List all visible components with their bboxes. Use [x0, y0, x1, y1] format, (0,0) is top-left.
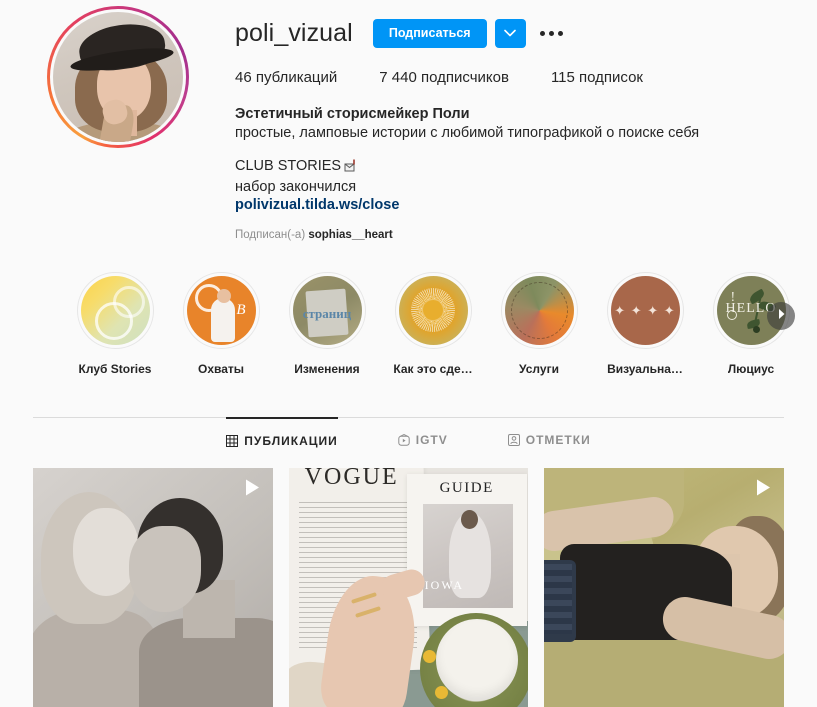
- post-thumbnail[interactable]: [33, 467, 273, 707]
- highlight-ring: [394, 271, 472, 349]
- bio-spacer: [235, 142, 797, 157]
- highlight-cover: [80, 275, 150, 345]
- highlight-cover: B: [186, 275, 256, 345]
- video-indicator-icon: [244, 478, 261, 502]
- ellipsis-icon: [557, 30, 563, 36]
- post-art-guide-title: GUIDE: [439, 479, 494, 496]
- ellipsis-icon: [548, 30, 554, 36]
- tab-tagged-label: ОТМЕТКИ: [525, 433, 591, 447]
- highlight-cover: страниц: [292, 275, 362, 345]
- bio-status-line: набор закончился: [235, 178, 357, 195]
- highlight-label: Люциус: [727, 361, 775, 376]
- highlight-art-symbols: ✦ ✦ ✦ ✦: [614, 303, 676, 318]
- tab-igtv[interactable]: IGTV: [398, 417, 448, 448]
- tab-posts-label: ПУБЛИКАЦИИ: [244, 433, 338, 448]
- post-art-jeans-detail: [544, 563, 573, 634]
- video-indicator-icon: [755, 478, 772, 502]
- post-art-face: [73, 507, 139, 596]
- highlight-ring: ✦ ✦ ✦ ✦: [606, 271, 684, 349]
- highlight-item[interactable]: Клуб Stories: [62, 271, 168, 376]
- followed-by-prefix: Подписан(-а): [235, 228, 306, 241]
- post-art-bowl: [436, 618, 519, 701]
- highlight-art-sun-core: [423, 300, 443, 320]
- highlight-item[interactable]: B Охваты: [168, 271, 274, 376]
- followed-by-user[interactable]: sophias__heart: [308, 229, 392, 241]
- tagged-icon: [507, 434, 520, 446]
- username: poli_vizual: [235, 19, 353, 47]
- igtv-icon: [398, 434, 410, 446]
- bio: Эстетичный сторисмейкер Поли простые, ла…: [235, 105, 797, 215]
- highlight-ring: [76, 271, 154, 349]
- highlight-art-head: [216, 288, 231, 303]
- post-thumbnail[interactable]: [544, 467, 785, 707]
- highlight-label: Охваты: [197, 361, 245, 376]
- chevron-right-icon: [776, 307, 787, 325]
- tab-posts[interactable]: ПУБЛИКАЦИИ: [226, 416, 338, 448]
- bio-tagline: простые, ламповые истории с любимой типо…: [235, 124, 700, 141]
- stat-following[interactable]: 115 подписок: [551, 69, 643, 86]
- highlight-art-letter: B: [236, 301, 246, 318]
- bio-club-text: CLUB STORIES: [235, 158, 342, 174]
- highlight-cover: [398, 275, 468, 345]
- highlight-art-figure: [210, 297, 235, 342]
- highlight-art-word: страниц: [302, 305, 352, 321]
- story-highlights: Клуб Stories B Охваты страниц Изменения …: [0, 271, 817, 376]
- follow-button[interactable]: Подписаться: [372, 18, 487, 48]
- more-options-button[interactable]: [538, 25, 565, 42]
- post-art-sunflower: [423, 649, 437, 663]
- ellipsis-icon: [539, 30, 545, 36]
- highlight-label: Визуальна…: [607, 361, 683, 376]
- highlight-label: Услуги: [519, 361, 559, 376]
- bio-external-link[interactable]: polivizual.tilda.ws/close: [235, 197, 399, 213]
- profile-tabs: ПУБЛИКАЦИИ IGTV ОТМЕТКИ: [33, 416, 784, 449]
- highlight-label: Как это сде…: [393, 361, 473, 376]
- post-art-face: [129, 525, 201, 612]
- stats-row: 46 публикаций 7 440 подписчиков 115 подп…: [235, 69, 797, 86]
- avatar[interactable]: [52, 12, 183, 142]
- posts-grid: VOGUE GUIDE IOWA: [33, 467, 785, 707]
- post-thumbnail[interactable]: VOGUE GUIDE IOWA: [288, 467, 529, 707]
- highlight-cover: [504, 275, 574, 345]
- highlight-item[interactable]: страниц Изменения: [274, 271, 380, 376]
- story-ring[interactable]: [46, 6, 189, 148]
- highlight-item[interactable]: ✦ ✦ ✦ ✦ Визуальна…: [592, 271, 698, 376]
- tab-tagged[interactable]: ОТМЕТКИ: [507, 417, 591, 448]
- avatar-container: [0, 0, 235, 241]
- highlight-art-berry: [752, 325, 760, 333]
- highlight-item[interactable]: Как это сде…: [380, 271, 486, 376]
- bio-club-line: CLUB STORIES: [235, 157, 797, 178]
- highlight-art-text-ring: [510, 281, 568, 339]
- highlight-label: Изменения: [294, 361, 360, 376]
- avatar-inner: [49, 9, 186, 145]
- followed-by: Подписан(-а) sophias__heart: [235, 229, 797, 241]
- post-art-vogue-title: VOGUE: [304, 467, 399, 490]
- highlight-ring: страниц: [288, 271, 366, 349]
- username-row: poli_vizual Подписаться: [235, 16, 797, 50]
- highlights-next-button[interactable]: [767, 301, 795, 330]
- tab-igtv-label: IGTV: [415, 433, 448, 447]
- profile-header: poli_vizual Подписаться 46 публикаций 7 …: [0, 0, 817, 241]
- highlight-ring: [500, 271, 578, 349]
- stat-followers[interactable]: 7 440 подписчиков: [379, 69, 509, 86]
- profile-info: poli_vizual Подписаться 46 публикаций 7 …: [235, 0, 817, 241]
- bio-display-name: Эстетичный сторисмейкер Поли: [235, 106, 470, 122]
- highlight-cover: ✦ ✦ ✦ ✦: [610, 275, 680, 345]
- highlight-item[interactable]: Услуги: [486, 271, 592, 376]
- mailbox-icon: [344, 159, 357, 178]
- grid-icon: [226, 434, 239, 447]
- post-art-head: [460, 509, 478, 529]
- chevron-down-icon: [504, 29, 516, 37]
- instagram-profile-page: poli_vizual Подписаться 46 публикаций 7 …: [0, 0, 817, 707]
- highlight-label: Клуб Stories: [78, 361, 152, 376]
- follow-options-button[interactable]: [494, 18, 526, 48]
- highlight-ring: B: [182, 271, 260, 349]
- stat-posts[interactable]: 46 публикаций: [235, 69, 337, 86]
- post-art-iowa-text: IOWA: [424, 577, 464, 592]
